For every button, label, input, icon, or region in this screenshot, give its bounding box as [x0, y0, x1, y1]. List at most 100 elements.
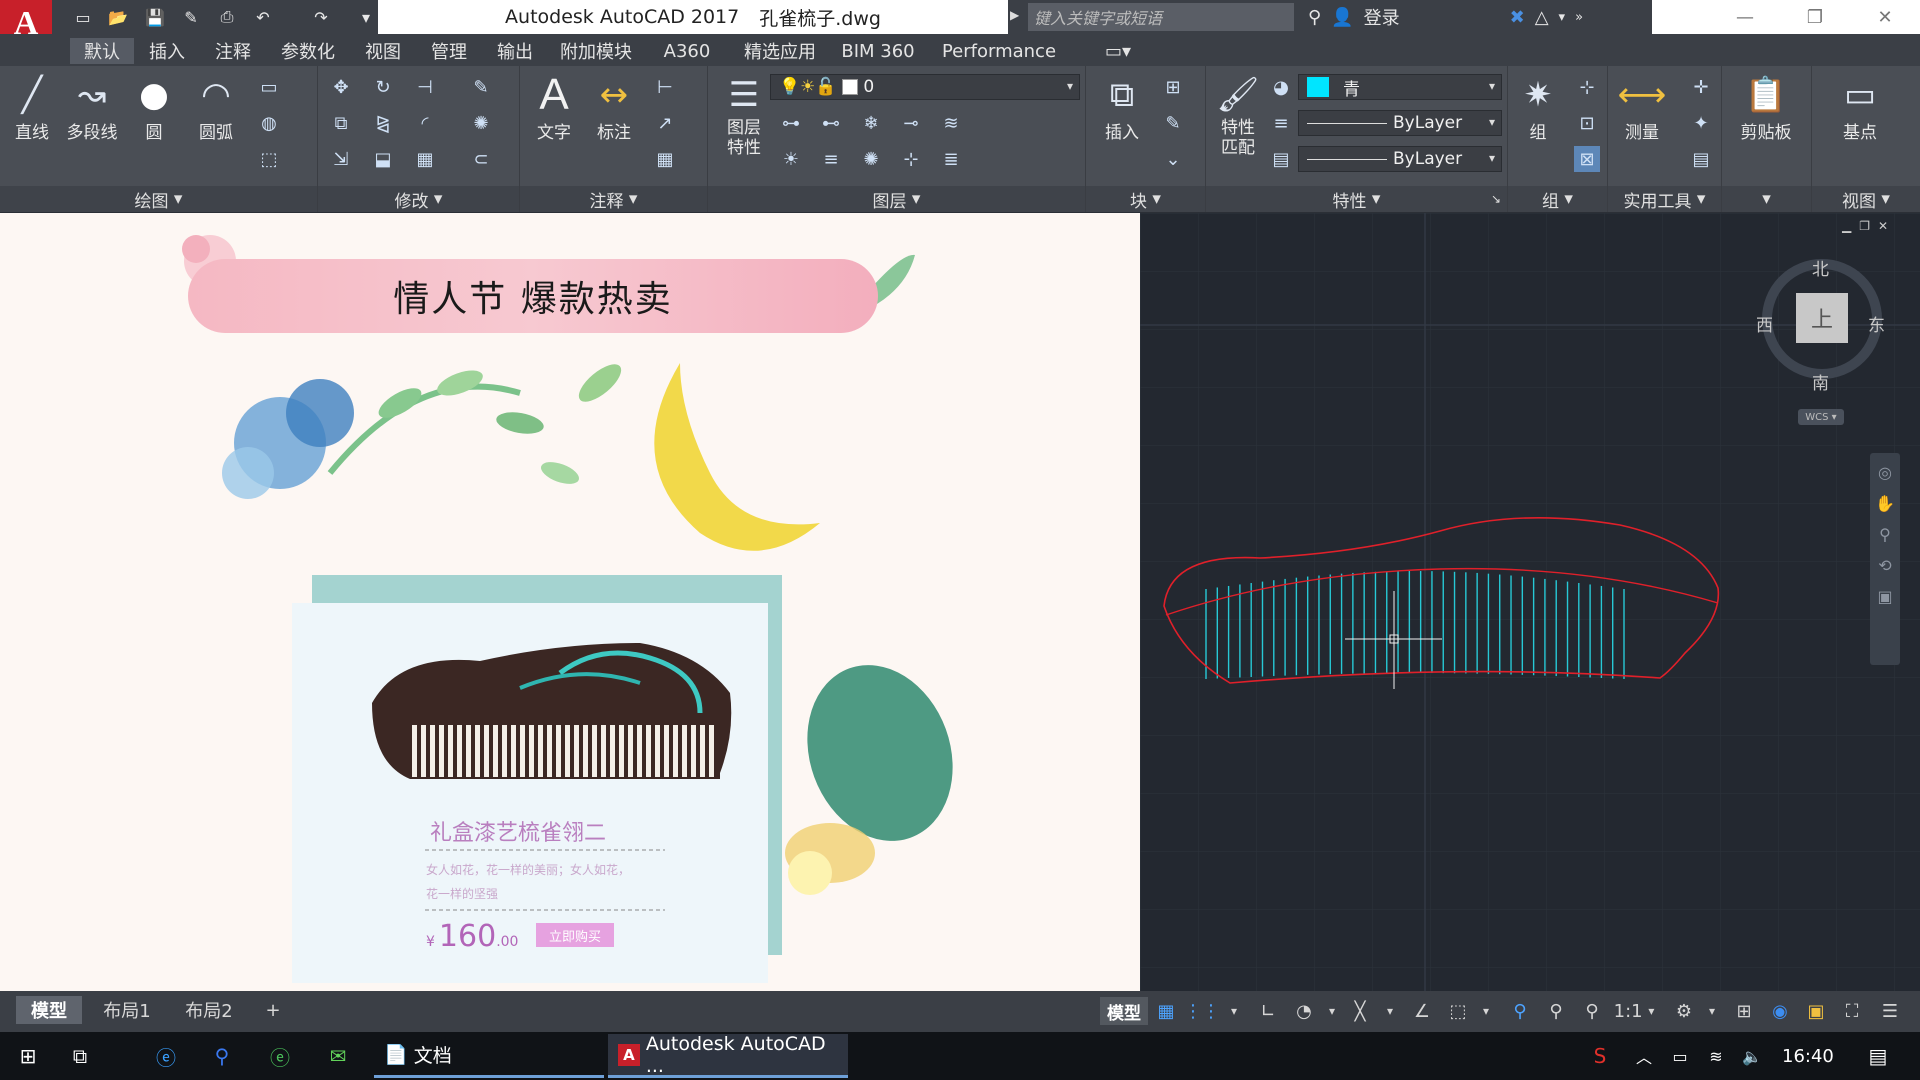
viewport-minimize-icon[interactable]: ▁ [1842, 219, 1851, 233]
layer-match-icon[interactable]: ≋ [938, 110, 964, 136]
linetype-dropdown[interactable]: ByLayer ▾ [1298, 110, 1502, 136]
panel-layers-title[interactable]: 图层 ▾ [708, 186, 1085, 212]
stretch-icon[interactable]: ⇲ [328, 146, 354, 172]
id-point-icon[interactable]: ✛ [1688, 74, 1714, 100]
tab-a360[interactable]: A360 [650, 38, 724, 64]
battery-icon[interactable]: ▭ [1664, 1040, 1696, 1072]
ungroup-icon[interactable]: ⊹ [1574, 74, 1600, 100]
layer-freeze-icon[interactable]: ❄ [858, 110, 884, 136]
layer-thaw-icon[interactable]: ✺ [858, 146, 884, 172]
tab-layout1[interactable]: 布局1 [90, 996, 164, 1024]
panel-modify-title[interactable]: 修改 ▾ [318, 186, 519, 212]
snap-icon[interactable]: ⋮⋮ [1184, 998, 1220, 1024]
action-center-icon[interactable]: ▤ [1862, 1040, 1894, 1072]
create-block-icon[interactable]: ⊞ [1160, 74, 1186, 100]
ie-browser-icon[interactable]: ⓔ [150, 1040, 182, 1072]
search-input[interactable]: 键入关键字或短语 [1028, 3, 1294, 31]
browser-360-icon[interactable]: ⓔ [264, 1040, 296, 1072]
text-tool[interactable]: A 文字 [526, 70, 582, 143]
exchange-icon[interactable]: ✖ [1510, 7, 1525, 28]
tab-view[interactable]: 视图 [354, 38, 412, 64]
layer-merge-icon[interactable]: ≣ [938, 146, 964, 172]
panel-draw-title[interactable]: 绘图 ▾ [0, 186, 317, 212]
group-select-icon[interactable]: ⊠ [1574, 146, 1600, 172]
pan-icon[interactable]: ✋ [1875, 494, 1895, 513]
tab-performance[interactable]: Performance [936, 38, 1062, 64]
hardware-accel-icon[interactable]: ▣ [1802, 998, 1830, 1024]
layer-lock-icon[interactable]: ⊸ [898, 110, 924, 136]
layer-off-icon[interactable]: ⊶ [778, 110, 804, 136]
save-as-icon[interactable]: ✎ [180, 6, 202, 28]
undo-icon[interactable]: ↶ [252, 6, 274, 28]
tab-insert[interactable]: 插入 [138, 38, 196, 64]
ortho-icon[interactable]: ∟ [1254, 998, 1282, 1024]
annotation-visibility-icon[interactable]: ⚲ [1506, 998, 1534, 1024]
tab-model[interactable]: 模型 [16, 996, 82, 1024]
workspace-gear-icon[interactable]: ⚙ [1670, 998, 1698, 1024]
layer-properties-tool[interactable]: ☰ 图层 特性 [716, 72, 772, 158]
save-icon[interactable]: 💾 [144, 6, 166, 28]
auto-scale-icon[interactable]: ⚲ [1542, 998, 1570, 1024]
login-button[interactable]: 登录 [1364, 4, 1400, 30]
search-expand-icon[interactable]: ▶ [1010, 8, 1019, 22]
volume-icon[interactable]: 🔈 [1736, 1040, 1768, 1072]
task-view-icon[interactable]: ⧉ [64, 1040, 96, 1072]
panel-clipboard-title[interactable]: ▾ [1722, 186, 1811, 212]
layer-iso-icon[interactable]: ⊷ [818, 110, 844, 136]
grid-icon[interactable]: ▦ [1152, 998, 1180, 1024]
search-app-icon[interactable]: ⚲ [206, 1040, 238, 1072]
measure-tool[interactable]: ⟷ 测量 [1614, 72, 1670, 143]
polar-dropdown-icon[interactable]: ▾ [1318, 998, 1346, 1024]
match-properties-tool[interactable]: 🖌 特性 匹配 [1210, 72, 1266, 158]
zoom-icon[interactable]: ⚲ [1879, 525, 1891, 544]
object-track-icon[interactable]: ∠ [1408, 998, 1436, 1024]
new-file-icon[interactable]: ▭ [72, 6, 94, 28]
redo-icon[interactable]: ↷ [310, 6, 332, 28]
polar-icon[interactable]: ◔ [1290, 998, 1318, 1024]
panel-properties-title[interactable]: 特性 ▾ ↘ [1206, 186, 1507, 212]
add-layout-button[interactable]: + [256, 996, 290, 1024]
panel-utilities-title[interactable]: 实用工具 ▾ [1608, 186, 1721, 212]
model-space-canvas[interactable]: ▁ ❐ ✕ 上 北 南 东 西 WCS ▾ ◎ ✋ ⚲ ⟲ ▣ [1140, 213, 1920, 991]
linear-dim-icon[interactable]: ⊢ [652, 74, 678, 100]
leader-icon[interactable]: ↗ [652, 110, 678, 136]
clean-screen-icon[interactable]: ⛶ [1838, 998, 1866, 1024]
tab-addins[interactable]: 附加模块 [552, 38, 640, 64]
arc-tool[interactable]: ◠ 圆弧 [188, 72, 244, 143]
rotate-icon[interactable]: ↻ [370, 74, 396, 100]
scale-dropdown[interactable]: 1:1 ▾ [1614, 998, 1655, 1024]
wechat-icon[interactable]: ✉ [322, 1040, 354, 1072]
customize-icon[interactable]: ☰ [1876, 998, 1904, 1024]
viewport-close-icon[interactable]: ✕ [1878, 219, 1888, 233]
scale-icon[interactable]: ⬓ [370, 146, 396, 172]
taskbar-autocad[interactable]: A Autodesk AutoCAD ... [608, 1033, 848, 1078]
region-icon[interactable]: ⬚ [256, 146, 282, 172]
a360-icon[interactable]: △ [1535, 7, 1549, 28]
sogou-input-icon[interactable]: S [1584, 1040, 1616, 1072]
tab-featured-apps[interactable]: 精选应用 [730, 38, 830, 64]
restore-icon[interactable]: ❐ [1780, 0, 1850, 34]
color-dropdown[interactable]: 青 ▾ [1298, 74, 1502, 100]
line-tool[interactable]: ╱ 直线 [4, 72, 60, 143]
panel-block-title[interactable]: 块 ▾ [1086, 186, 1205, 212]
user-icon[interactable]: 👤 [1331, 7, 1353, 28]
tray-expand-icon[interactable]: ︿ [1628, 1040, 1660, 1072]
wcs-menu[interactable]: WCS ▾ [1798, 409, 1844, 425]
viewcube-top-face[interactable]: 上 [1796, 293, 1848, 343]
model-space-button[interactable]: 模型 [1100, 997, 1148, 1025]
tab-layout2[interactable]: 布局2 [172, 996, 246, 1024]
osnap-dropdown-icon[interactable]: ▾ [1472, 998, 1500, 1024]
insert-tool[interactable]: ⧉ 插入 [1094, 72, 1150, 143]
lineweight-icon[interactable]: ≡ [1268, 110, 1294, 136]
tab-annotate[interactable]: 注释 [204, 38, 262, 64]
group-tool[interactable]: ✷ 组 [1510, 72, 1566, 143]
move-icon[interactable]: ✥ [328, 74, 354, 100]
layer-dropdown[interactable]: 💡☀🔓 0 ▾ [770, 74, 1080, 100]
osnap-icon[interactable]: ⬚ [1444, 998, 1472, 1024]
viewport-restore-icon[interactable]: ❐ [1859, 219, 1870, 233]
close-icon[interactable]: ✕ [1850, 0, 1920, 34]
windows-start-icon[interactable]: ⊞ [12, 1040, 44, 1072]
panel-annotation-title[interactable]: 注释 ▾ [520, 186, 707, 212]
polyline-tool[interactable]: ↝ 多段线 [64, 72, 120, 143]
layer-unlock-icon[interactable]: ⊹ [898, 146, 924, 172]
